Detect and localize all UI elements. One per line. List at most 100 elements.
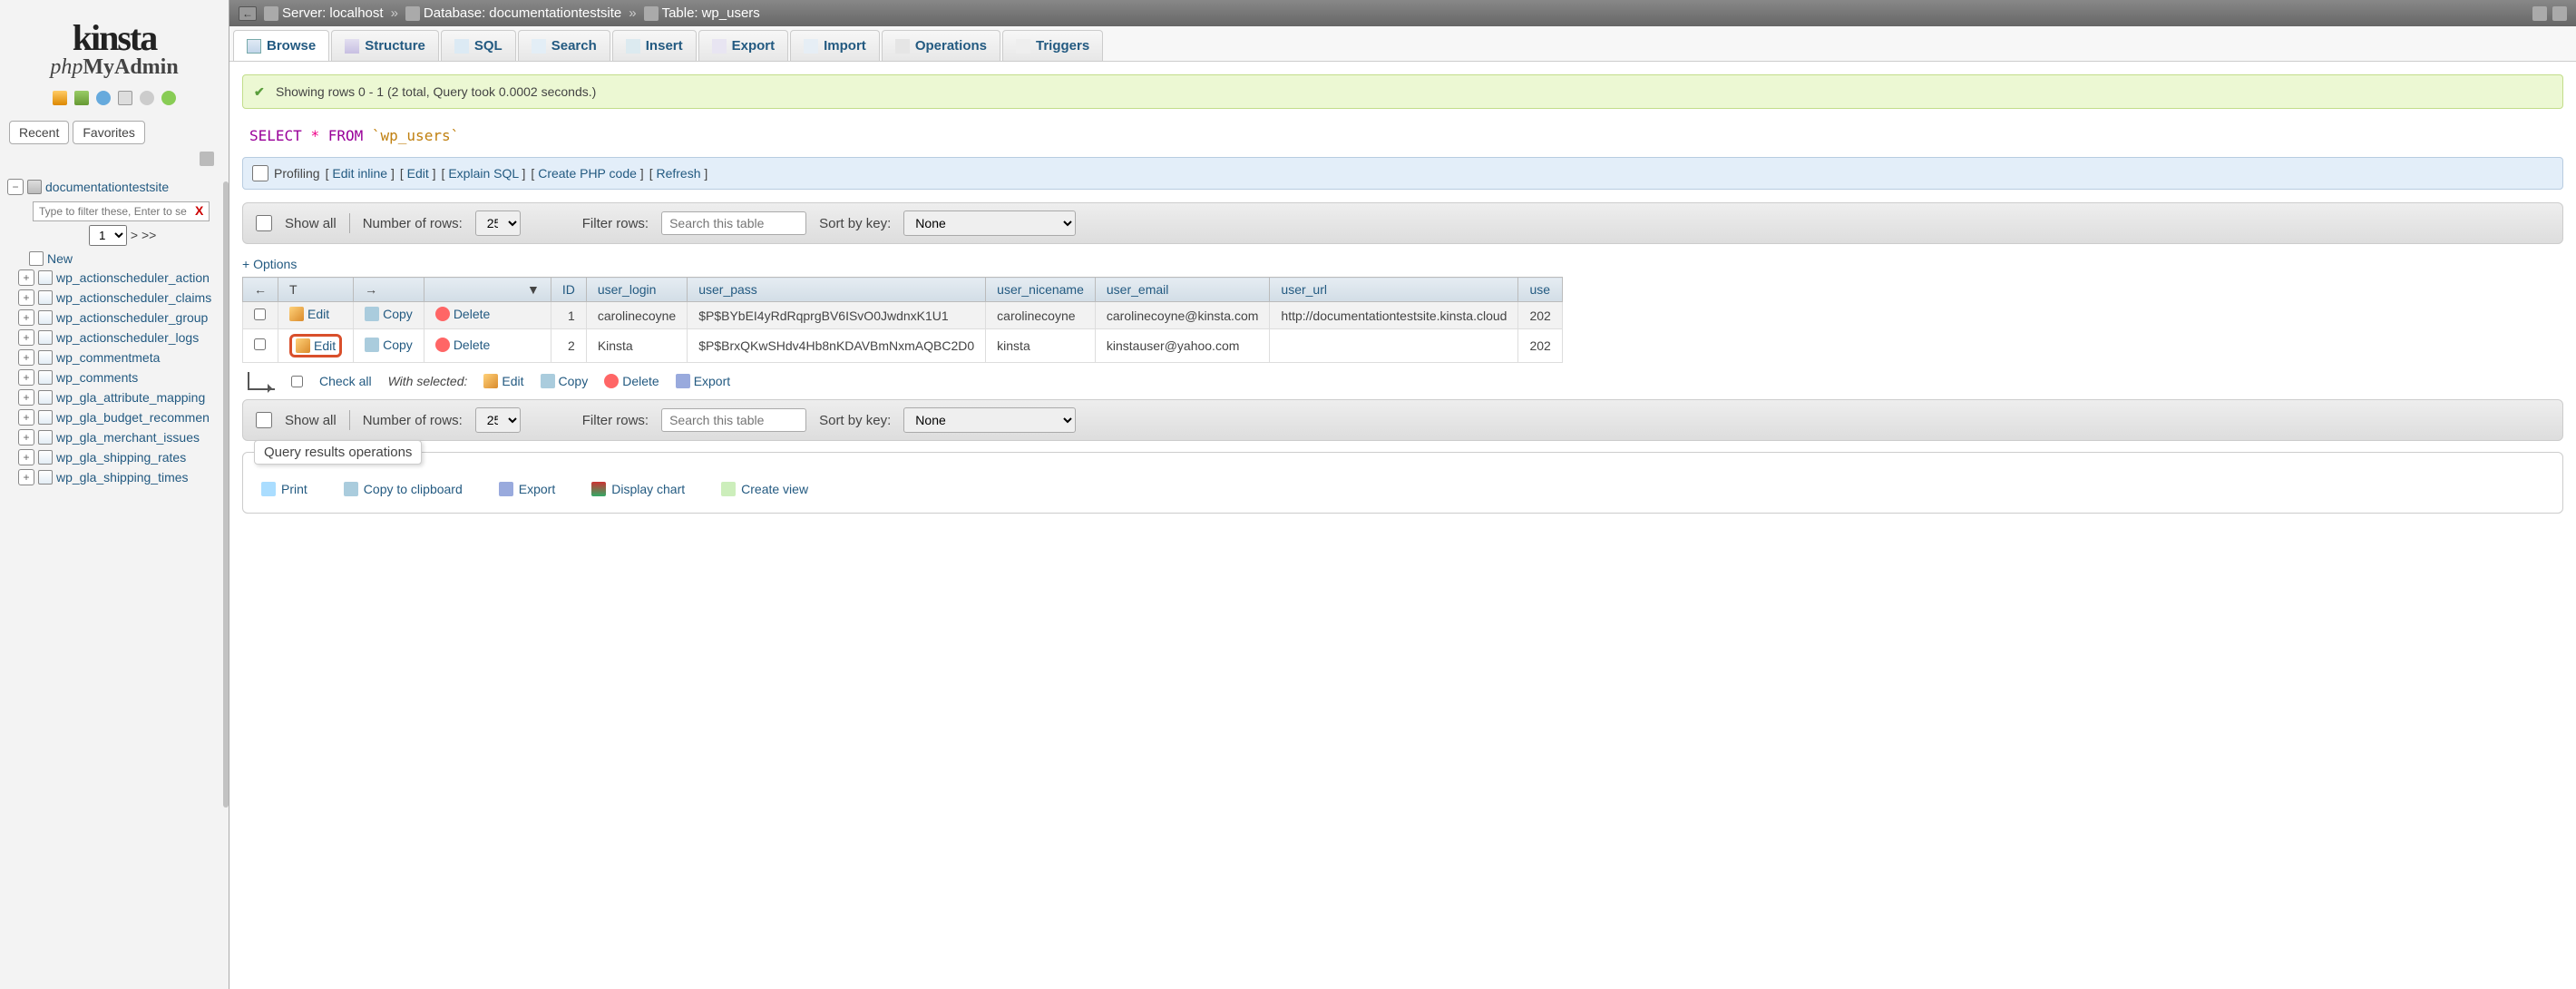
tab-triggers[interactable]: Triggers (1002, 30, 1103, 61)
row-edit[interactable]: Edit (307, 307, 329, 321)
tree-table-link[interactable]: wp_gla_budget_recommen (56, 410, 210, 425)
op-copy-clipboard[interactable]: Copy to clipboard (344, 482, 463, 496)
tree-table-link[interactable]: wp_actionscheduler_action (56, 270, 210, 285)
col-id[interactable]: ID (551, 278, 586, 302)
arrow-left-icon[interactable]: ← (254, 282, 267, 297)
tab-search[interactable]: Search (518, 30, 610, 61)
tab-browse[interactable]: Browse (233, 30, 329, 61)
tree-table-link[interactable]: wp_gla_attribute_mapping (56, 390, 205, 405)
sort-select-2[interactable]: None (903, 407, 1076, 433)
col-user-login[interactable]: user_login (586, 278, 687, 302)
op-create-view[interactable]: Create view (721, 482, 808, 496)
row-checkbox[interactable] (254, 308, 266, 320)
filter-input[interactable] (661, 211, 806, 235)
op-chart[interactable]: Display chart (591, 482, 685, 496)
row-copy[interactable]: Copy (383, 338, 413, 352)
sql-doc-icon[interactable] (118, 91, 132, 105)
row-checkbox[interactable] (254, 338, 266, 350)
options-toggle[interactable]: + Options (242, 257, 297, 271)
new-table-link[interactable]: New (47, 251, 73, 266)
home-icon[interactable] (53, 91, 67, 105)
logo[interactable]: kinsta phpMyAdmin (7, 7, 221, 83)
col-user-nicename[interactable]: user_nicename (986, 278, 1096, 302)
bc-database[interactable]: documentationtestsite (489, 5, 621, 21)
sort-desc-icon[interactable]: ▼ (527, 282, 540, 297)
check-all-link[interactable]: Check all (319, 374, 372, 388)
page-select[interactable]: 1 (89, 225, 127, 246)
tree-filter-input[interactable] (33, 201, 210, 221)
sidebar-scrollbar[interactable] (223, 181, 229, 808)
col-trail[interactable]: use (1518, 278, 1562, 302)
row-edit[interactable]: Edit (314, 338, 336, 353)
expand-icon[interactable]: + (18, 369, 34, 386)
sort-select[interactable]: None (903, 211, 1076, 236)
check-all-checkbox[interactable] (291, 376, 303, 387)
gear-icon[interactable] (2532, 6, 2547, 21)
expand-icon[interactable]: + (18, 289, 34, 306)
expand-icon[interactable]: + (18, 309, 34, 326)
bulk-delete[interactable]: Delete (622, 374, 659, 388)
collapse-icon[interactable]: − (7, 179, 24, 195)
expand-icon[interactable]: + (18, 269, 34, 286)
bulk-edit[interactable]: Edit (502, 374, 523, 388)
tab-favorites[interactable]: Favorites (73, 121, 145, 144)
row-copy[interactable]: Copy (383, 307, 413, 321)
expand-icon[interactable]: + (18, 409, 34, 426)
tree-table-link[interactable]: wp_comments (56, 370, 138, 385)
edit-link[interactable]: Edit (407, 166, 429, 181)
text-tool-icon[interactable]: T (289, 282, 298, 297)
create-php-link[interactable]: Create PHP code (538, 166, 637, 181)
pager-next[interactable]: > >> (131, 228, 156, 242)
row-delete[interactable]: Delete (454, 338, 490, 352)
collapse-top-icon[interactable] (2552, 6, 2567, 21)
op-print[interactable]: Print (261, 482, 307, 496)
tab-structure[interactable]: Structure (331, 30, 439, 61)
tree-table-link[interactable]: wp_commentmeta (56, 350, 160, 365)
refresh-link[interactable]: Refresh (656, 166, 700, 181)
expand-icon[interactable]: + (18, 449, 34, 465)
expand-icon[interactable]: + (18, 389, 34, 406)
check-icon: ✔ (254, 84, 268, 99)
explain-sql-link[interactable]: Explain SQL (448, 166, 518, 181)
filter-input-2[interactable] (661, 408, 806, 432)
docs-icon[interactable] (96, 91, 111, 105)
rows-select[interactable]: 25 (475, 211, 521, 236)
col-user-url[interactable]: user_url (1270, 278, 1518, 302)
bulk-export[interactable]: Export (694, 374, 730, 388)
settings-icon[interactable] (140, 91, 154, 105)
show-all-checkbox-2[interactable] (256, 412, 272, 428)
logout-icon[interactable] (74, 91, 89, 105)
arrow-right-icon[interactable]: → (365, 282, 377, 297)
expand-icon[interactable]: + (18, 349, 34, 366)
tab-export[interactable]: Export (698, 30, 789, 61)
tree-table-link[interactable]: wp_gla_shipping_rates (56, 450, 186, 465)
bc-server[interactable]: localhost (329, 5, 383, 21)
rows-select-2[interactable]: 25 (475, 407, 521, 433)
tab-operations[interactable]: Operations (882, 30, 1000, 61)
link-icon[interactable] (200, 152, 214, 166)
tree-table-link[interactable]: wp_actionscheduler_claims (56, 290, 211, 305)
expand-icon[interactable]: + (18, 429, 34, 446)
expand-icon[interactable]: + (18, 329, 34, 346)
col-user-pass[interactable]: user_pass (688, 278, 986, 302)
op-export[interactable]: Export (499, 482, 555, 496)
db-name[interactable]: documentationtestsite (45, 180, 169, 194)
tree-table-link[interactable]: wp_gla_shipping_times (56, 470, 189, 485)
row-delete[interactable]: Delete (454, 307, 490, 321)
profiling-checkbox[interactable] (252, 165, 268, 181)
tab-import[interactable]: Import (790, 30, 880, 61)
clear-filter-icon[interactable]: X (195, 203, 203, 218)
back-icon[interactable]: ← (239, 6, 257, 21)
reload-icon[interactable] (161, 91, 176, 105)
tree-table-link[interactable]: wp_actionscheduler_logs (56, 330, 199, 345)
expand-icon[interactable]: + (18, 469, 34, 485)
tab-recent[interactable]: Recent (9, 121, 69, 144)
tab-sql[interactable]: SQL (441, 30, 516, 61)
tab-insert[interactable]: Insert (612, 30, 697, 61)
col-user-email[interactable]: user_email (1095, 278, 1270, 302)
tree-table-link[interactable]: wp_gla_merchant_issues (56, 430, 200, 445)
tree-table-link[interactable]: wp_actionscheduler_group (56, 310, 208, 325)
bulk-copy[interactable]: Copy (559, 374, 589, 388)
edit-inline-link[interactable]: Edit inline (332, 166, 387, 181)
show-all-checkbox[interactable] (256, 215, 272, 231)
